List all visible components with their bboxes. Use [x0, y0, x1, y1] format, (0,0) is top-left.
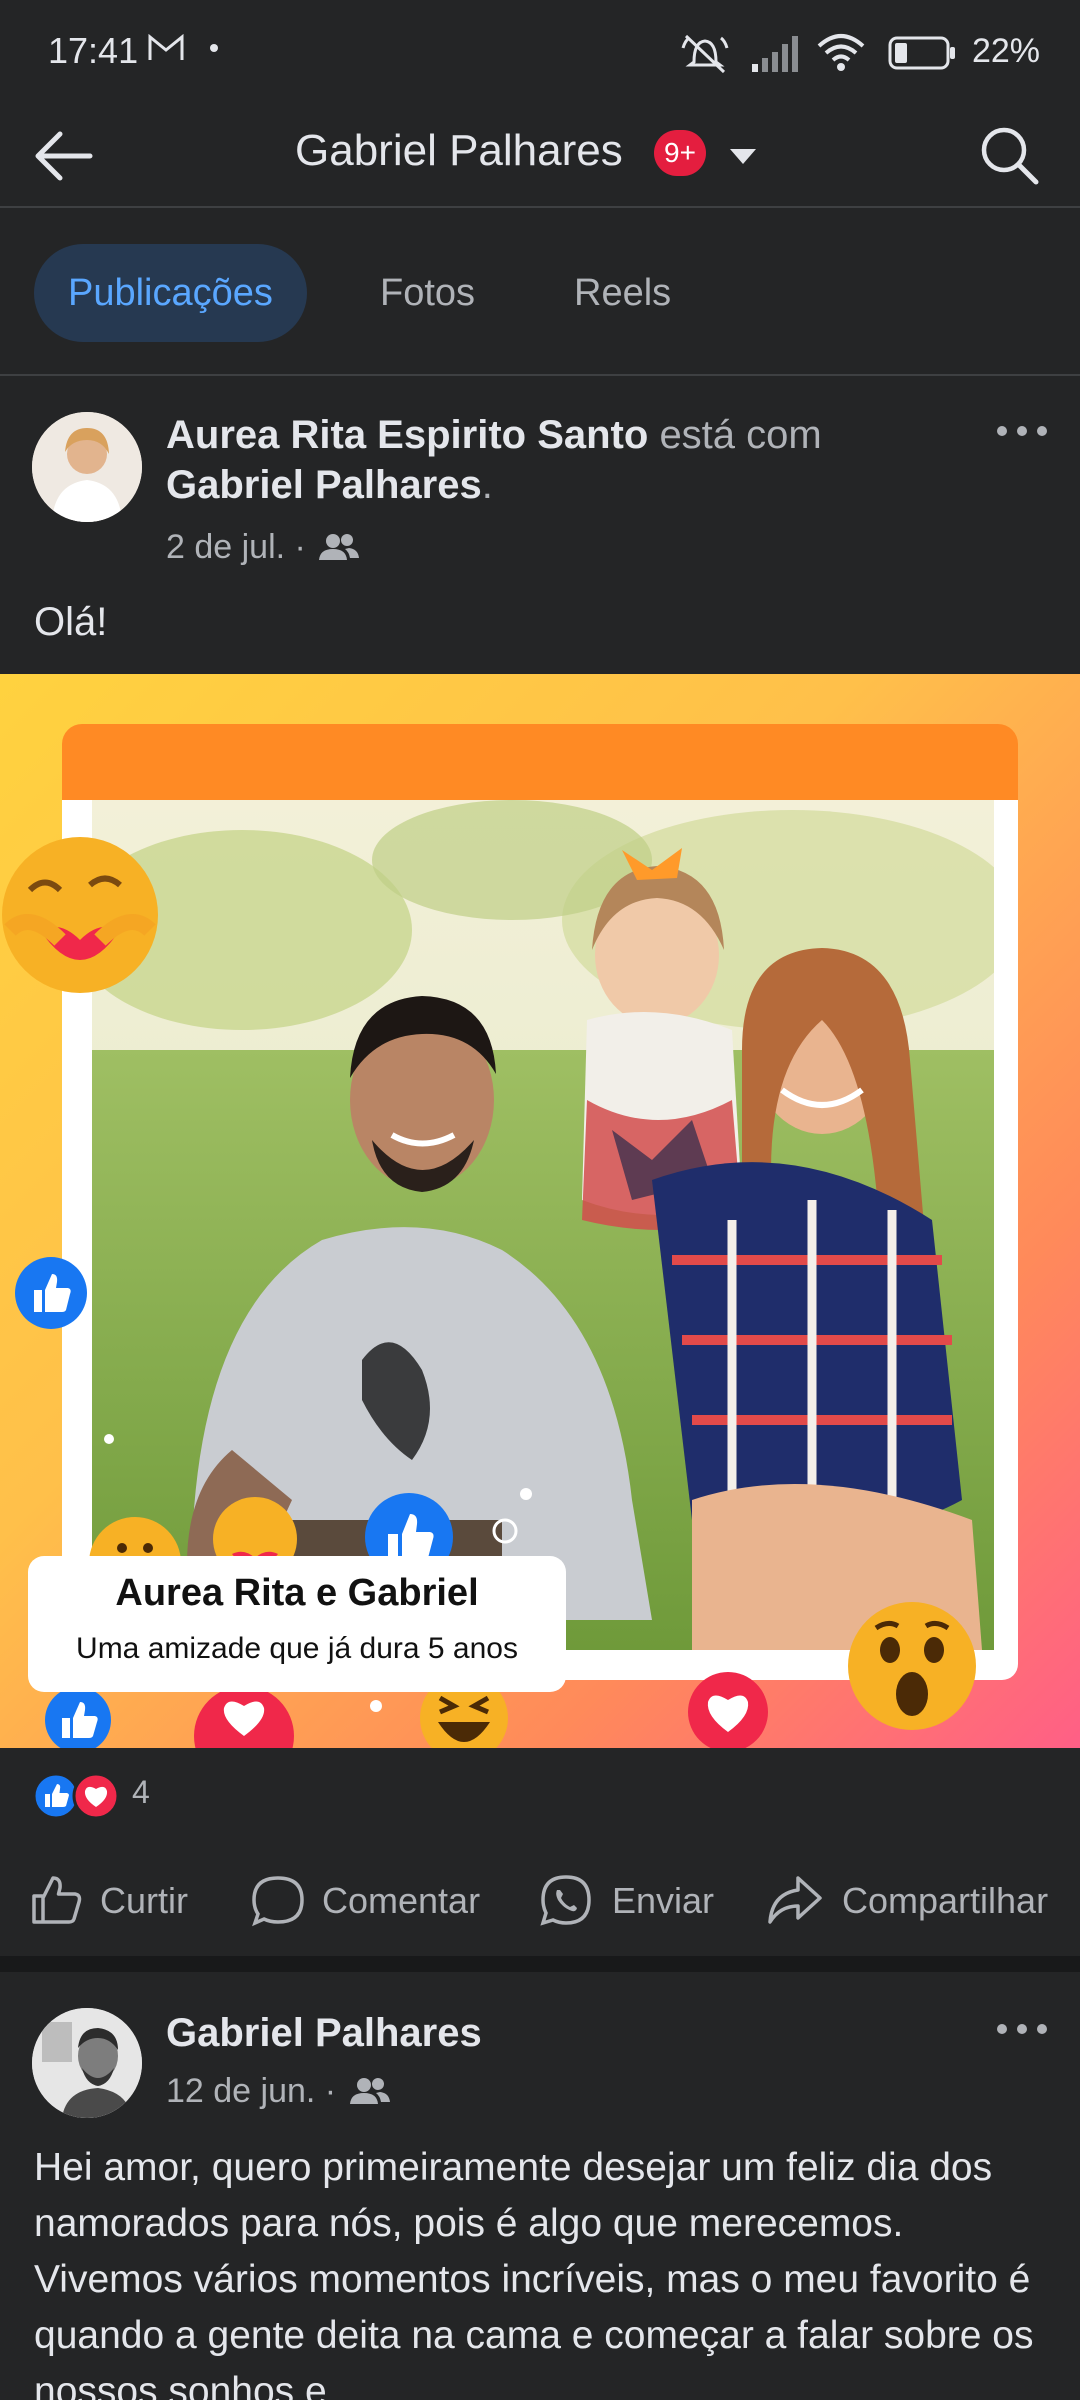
search-icon[interactable] — [976, 122, 1042, 188]
post-date[interactable]: 2 de jul. · — [166, 528, 306, 566]
reaction-count: 4 — [132, 1774, 150, 1810]
caption-title: Aurea Rita e Gabriel — [115, 1572, 479, 1614]
profile-header: Gabriel Palhares 9+ — [0, 104, 1080, 208]
mute-icon — [681, 34, 729, 74]
more-icon[interactable] — [992, 2014, 1052, 2044]
period-text: . — [481, 463, 493, 507]
like-reaction-icon — [45, 1687, 111, 1748]
like-reaction-icon — [15, 1257, 87, 1329]
post-meta: 2 de jul. · — [166, 528, 360, 567]
wifi-icon — [817, 34, 865, 71]
like-outline-icon — [32, 1876, 82, 1924]
wow-reaction-icon — [848, 1602, 976, 1730]
avatar-photo — [32, 2008, 142, 2118]
comment-button[interactable]: Comentar — [250, 1870, 490, 1930]
sparkle-dot — [520, 1488, 532, 1500]
sparkle-dot — [370, 1700, 382, 1712]
comment-icon — [252, 1876, 304, 1927]
love-icon — [72, 1772, 120, 1820]
caption-subtitle: Uma amizade que já dura 5 anos — [76, 1632, 518, 1665]
tagged-user[interactable]: Gabriel Palhares — [166, 463, 482, 507]
back-arrow-icon[interactable] — [30, 126, 94, 186]
whatsapp-icon — [540, 1875, 591, 1926]
post-date[interactable]: 12 de jun. · — [166, 2072, 336, 2110]
signal-icon — [752, 36, 798, 72]
post-header: Gabriel Palhares — [166, 2008, 966, 2058]
battery-icon — [888, 36, 955, 70]
like-label: Curtir — [100, 1880, 188, 1921]
love-reaction-icon — [194, 1686, 294, 1748]
post-author[interactable]: Gabriel Palhares — [166, 2011, 482, 2055]
post-text: Olá! — [34, 600, 108, 644]
notification-dot — [210, 44, 218, 52]
send-button[interactable]: Enviar — [538, 1870, 718, 1930]
share-label: Compartilhar — [842, 1880, 1049, 1921]
notification-badge: 9+ — [654, 130, 706, 176]
friends-icon — [349, 2078, 390, 2104]
sparkle-icon — [492, 1518, 518, 1544]
more-icon[interactable] — [992, 416, 1052, 446]
sparkle-dot — [104, 1434, 114, 1444]
tab-publicacoes[interactable]: Publicações — [34, 244, 307, 342]
profile-tabs: Publicações Fotos Reels — [0, 208, 1080, 376]
tab-reels[interactable]: Reels — [540, 244, 705, 342]
comment-label: Comentar — [322, 1880, 481, 1921]
status-time: 17:41 — [48, 30, 139, 71]
tab-fotos[interactable]: Fotos — [346, 244, 509, 342]
status-icons: 22% — [680, 26, 1080, 78]
avatar-photo — [32, 412, 142, 522]
avatar[interactable] — [32, 2008, 142, 2118]
avatar[interactable] — [32, 412, 142, 522]
status-bar: 17:41 22% — [0, 0, 1080, 104]
caret-down-icon[interactable] — [728, 146, 758, 166]
post-text: Hei amor, quero primeiramente desejar um… — [34, 2146, 1034, 2400]
post-actions: Curtir Comentar Enviar Compartilhar — [0, 1846, 1080, 1956]
care-reaction-icon — [2, 837, 158, 993]
post-header: Aurea Rita Espirito Santo está com Gabri… — [166, 410, 966, 510]
share-button[interactable]: Compartilhar — [766, 1870, 1056, 1930]
header-title[interactable]: Gabriel Palhares — [295, 126, 623, 176]
send-label: Enviar — [612, 1880, 715, 1921]
like-button[interactable]: Curtir — [28, 1870, 218, 1930]
love-reaction-icon — [688, 1672, 768, 1748]
battery-percent: 22% — [971, 32, 1040, 70]
feed-separator — [0, 1956, 1080, 1972]
post-meta: 12 de jun. · — [166, 2072, 390, 2111]
post-author[interactable]: Aurea Rita Espirito Santo — [166, 413, 648, 457]
friendship-caption-card: Aurea Rita e Gabriel Uma amizade que já … — [28, 1556, 566, 1692]
post-media[interactable]: Aurea Rita e Gabriel Uma amizade que já … — [0, 674, 1080, 1748]
share-icon — [768, 1876, 822, 1924]
with-text: está com — [659, 413, 822, 457]
friends-icon — [319, 534, 360, 560]
gmail-icon — [148, 34, 184, 60]
